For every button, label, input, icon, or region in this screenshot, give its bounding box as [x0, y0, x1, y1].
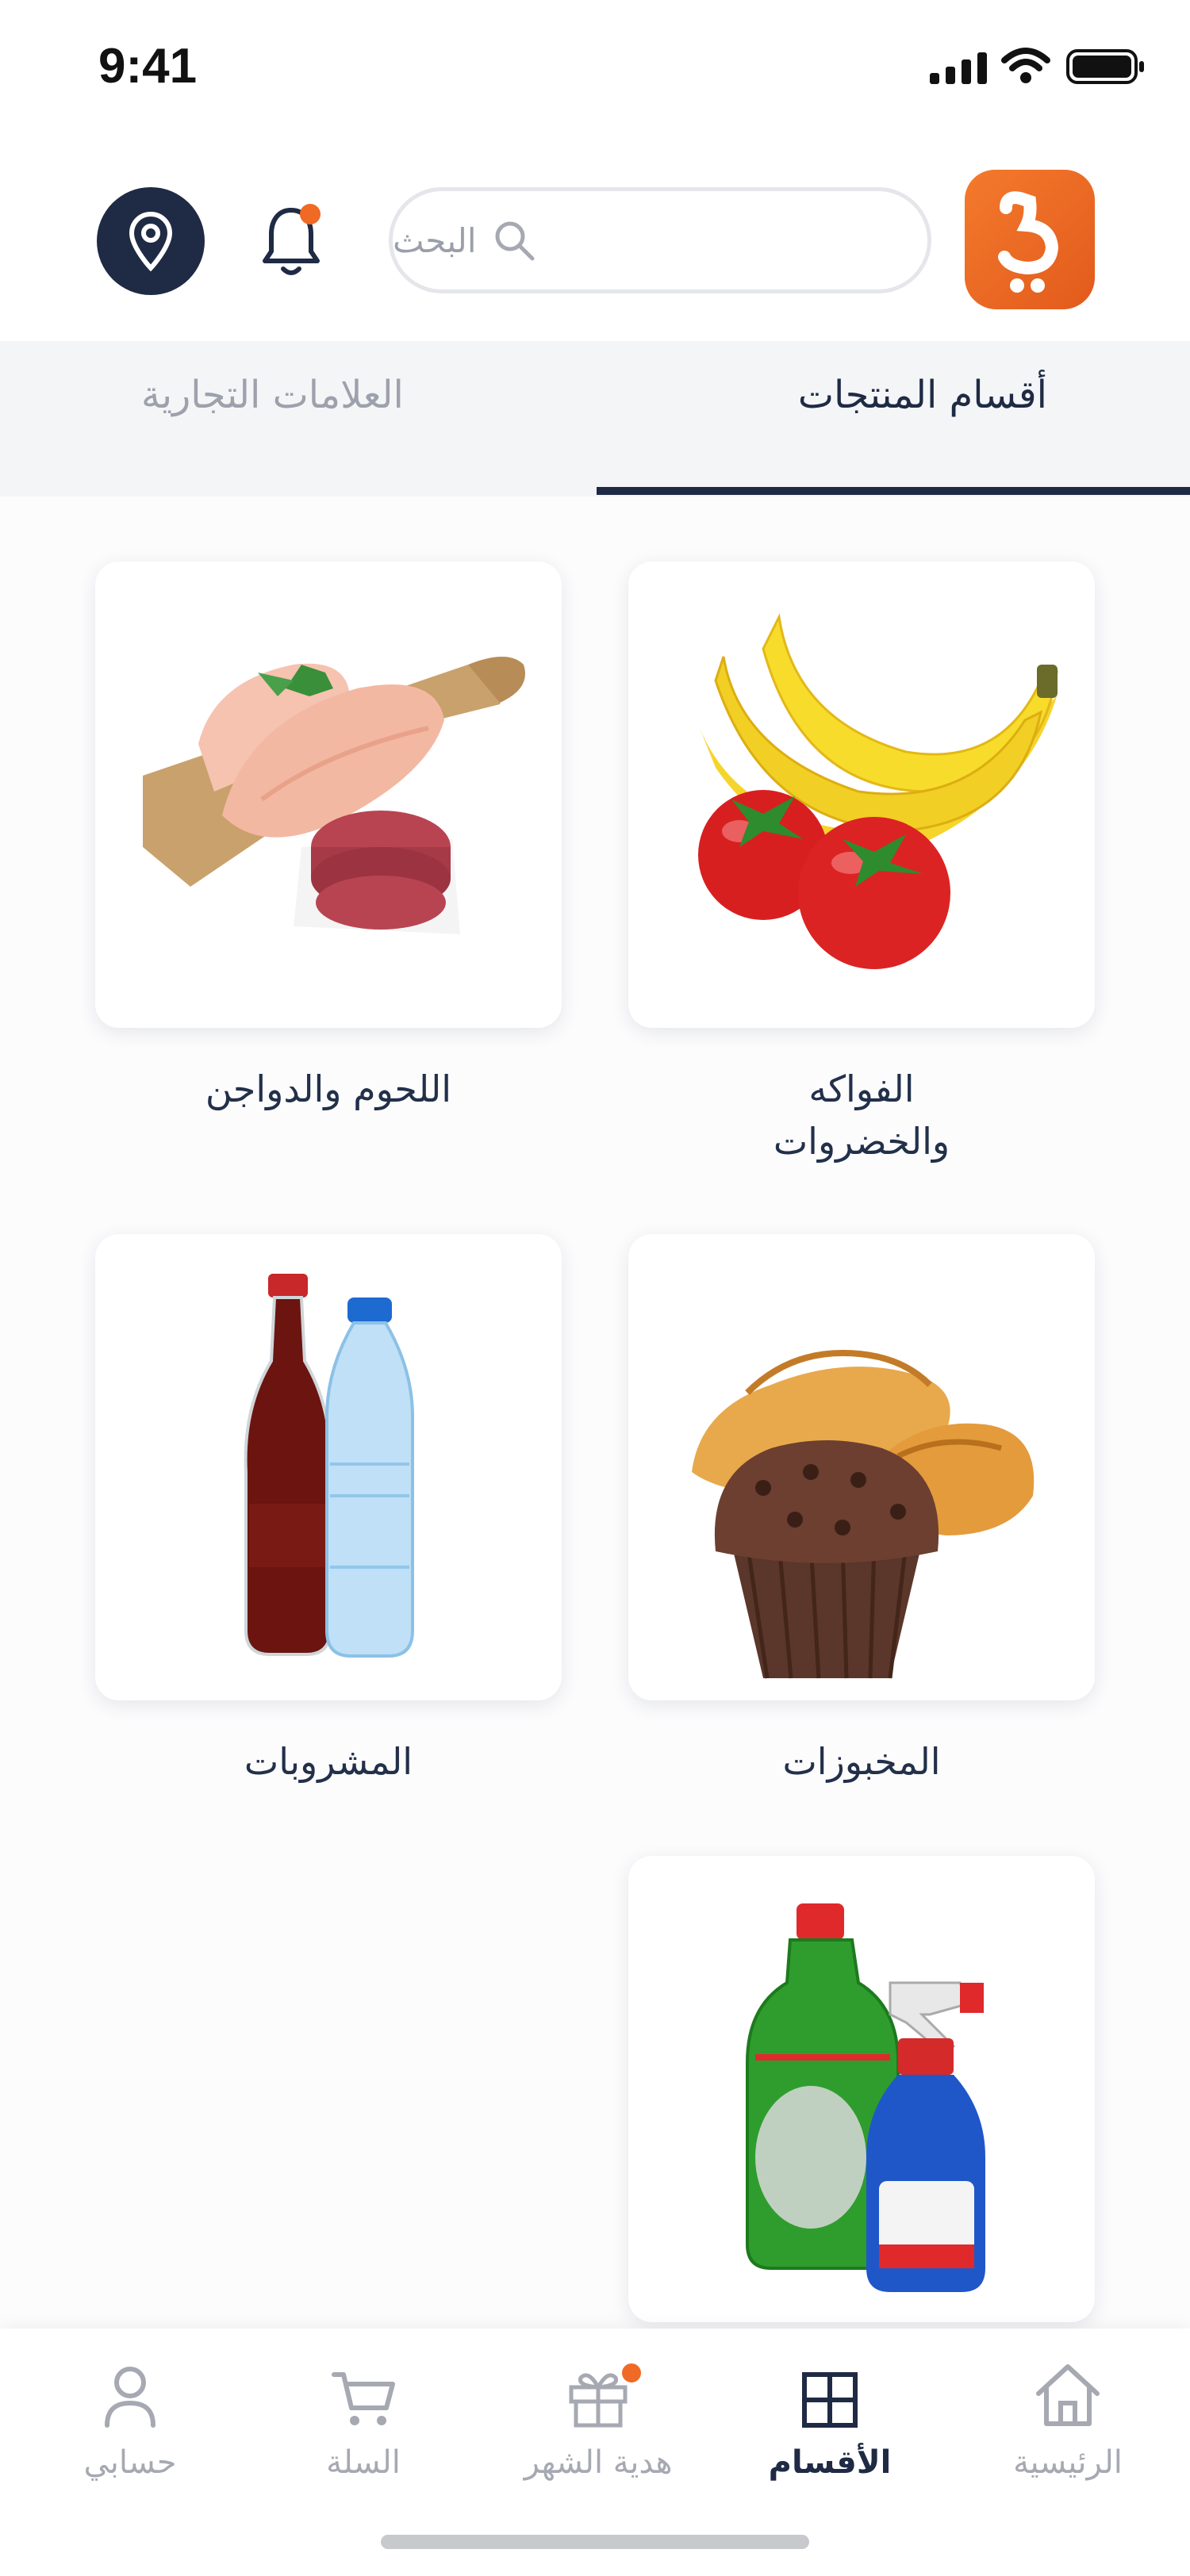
nav-account[interactable]: حسابي — [27, 2352, 233, 2481]
battery-icon — [1066, 49, 1146, 87]
beverages-image — [244, 1274, 414, 1658]
search-input[interactable]: البحث — [389, 187, 931, 293]
nav-account-label: حسابي — [83, 2444, 177, 2481]
cleaning-supplies-image — [746, 1903, 985, 2292]
grid-icon — [802, 2372, 858, 2428]
search-icon — [495, 221, 534, 261]
nav-categories[interactable]: الأقسام — [727, 2352, 933, 2481]
nav-home-label: الرئيسية — [1013, 2444, 1123, 2481]
user-icon — [105, 2367, 155, 2428]
tabs-bar — [0, 341, 1190, 496]
active-tab-indicator — [597, 487, 1190, 495]
tab-brands[interactable]: العلامات التجارية — [141, 373, 404, 417]
category-card-beverages[interactable] — [95, 1234, 562, 1700]
status-time: 9:41 — [98, 39, 198, 94]
category-label-beverages: المشروبات — [244, 1740, 413, 1783]
category-card-meat-poultry[interactable] — [95, 562, 562, 1028]
nav-monthly-gift[interactable]: هدية الشهر — [495, 2352, 701, 2481]
cart-icon — [332, 2372, 395, 2425]
nav-cart-label: السلة — [326, 2444, 401, 2481]
category-label-meat-poultry: اللحوم والدواجن — [205, 1068, 452, 1110]
nav-home[interactable]: الرئيسية — [965, 2352, 1171, 2481]
nav-monthly-gift-label: هدية الشهر — [524, 2444, 673, 2481]
gift-badge — [622, 2363, 641, 2382]
category-card-cleaning[interactable] — [628, 1856, 1095, 2322]
nav-categories-label: الأقسام — [768, 2444, 892, 2481]
category-card-fruits-vegetables[interactable] — [628, 562, 1095, 1028]
notification-badge — [300, 204, 321, 224]
tab-product-categories[interactable]: أقسام المنتجات — [798, 373, 1047, 417]
home-icon — [1036, 2364, 1100, 2426]
home-indicator — [381, 2535, 809, 2549]
category-label-bakery: المخبوزات — [782, 1740, 941, 1783]
category-card-bakery[interactable] — [628, 1234, 1095, 1700]
search-placeholder: البحث — [393, 220, 477, 260]
meat-poultry-image — [143, 657, 525, 934]
logo-mark-icon — [998, 191, 1059, 293]
category-label-fruits-vegetables: الفواكه والخضروات — [773, 1068, 950, 1163]
location-pin-icon — [129, 211, 173, 271]
gift-icon — [569, 2373, 628, 2428]
app-logo[interactable] — [965, 170, 1095, 309]
notifications-button[interactable] — [255, 202, 327, 282]
location-button[interactable] — [97, 187, 205, 295]
signal-icon — [930, 52, 988, 87]
bakery-image — [692, 1349, 1035, 1679]
wifi-icon — [1001, 48, 1050, 87]
nav-cart[interactable]: السلة — [260, 2352, 466, 2481]
fruits-vegetables-image — [698, 613, 1058, 969]
